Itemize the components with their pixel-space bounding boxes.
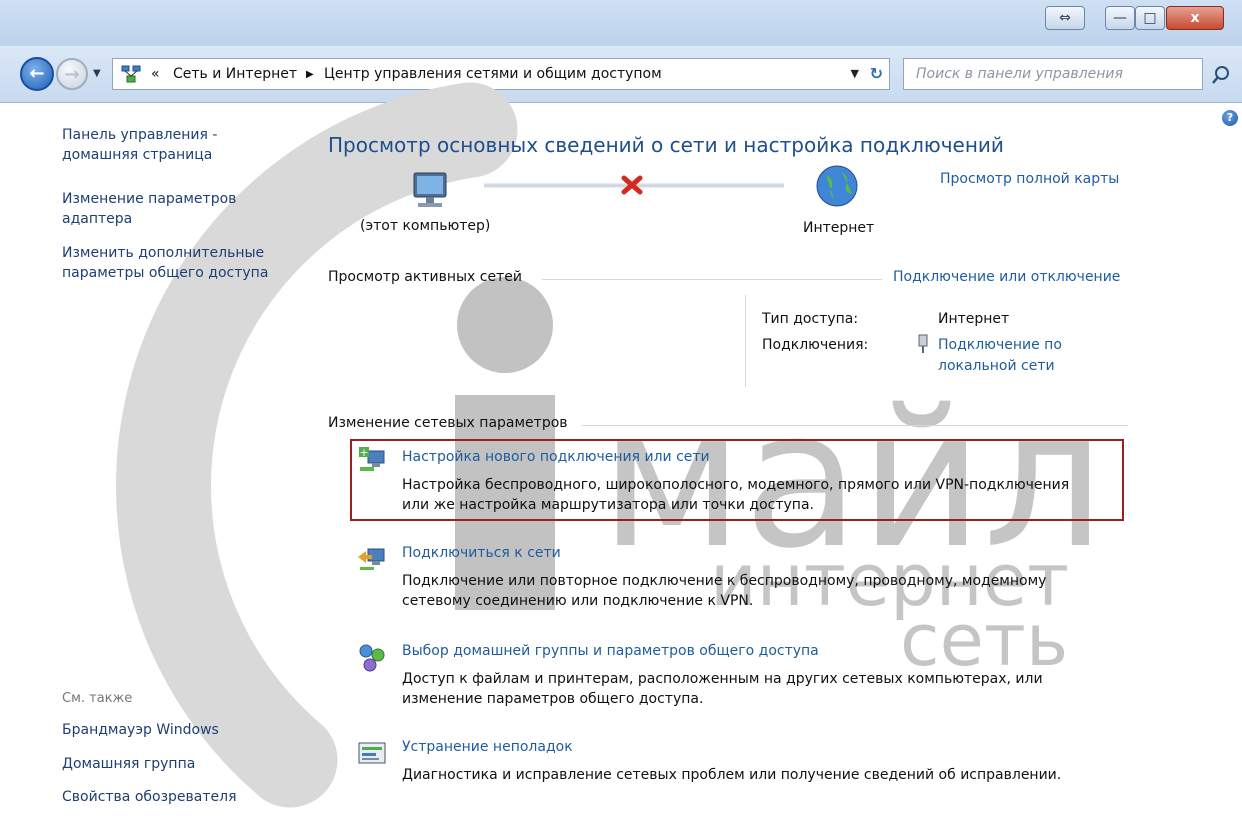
task-new-connection-desc-line2: или же настройка маршрутизатора или точк… [402, 497, 814, 513]
network-sharing-center-window: ⇔ — □ x ← → ▼ « Сеть и Интернет ▶ Центр … [0, 0, 1242, 834]
maximize-icon: □ [1143, 10, 1157, 26]
task-troubleshoot-desc-line1: Диагностика и исправление сетевых пробле… [402, 767, 1062, 783]
snap-restore-button[interactable]: ⇔ [1045, 6, 1085, 30]
page-title: Просмотр основных сведений о сети и наст… [328, 133, 1004, 157]
sidebar-link-firewall[interactable]: Брандмауэр Windows [62, 720, 219, 740]
close-button[interactable]: x [1166, 6, 1224, 30]
refresh-icon[interactable]: ↻ [870, 64, 883, 83]
minimize-icon: — [1113, 10, 1127, 26]
task-connect-network-desc-line2: сетевому соединению или подключение к VP… [402, 593, 754, 609]
change-settings-heading: Изменение сетевых параметров [328, 415, 568, 431]
divider [542, 279, 882, 280]
search-box[interactable]: Поиск в панели управления [903, 58, 1203, 90]
see-also-heading: См. также [62, 691, 133, 706]
left-pane: Панель управления - домашняя страница Из… [0, 103, 310, 834]
address-dropdown-icon[interactable]: ▼ [851, 67, 859, 80]
divider [582, 425, 1128, 426]
search-icon[interactable] [1210, 64, 1232, 86]
sidebar-link-advanced-sharing[interactable]: Изменить дополнительные параметры общего… [62, 243, 292, 283]
address-toolbar: ← → ▼ « Сеть и Интернет ▶ Центр управлен… [0, 46, 1242, 103]
network-icon [121, 65, 141, 83]
task-new-connection-desc-line1: Настройка беспроводного, широкополосного… [402, 477, 1070, 493]
task-homegroup-desc-line1: Доступ к файлам и принтерам, расположенн… [402, 671, 1043, 687]
troubleshoot-icon [358, 742, 386, 764]
breadcrumb-overflow[interactable]: « [151, 66, 160, 82]
internet-label: Интернет [803, 220, 875, 236]
connect-network-icon [358, 548, 385, 570]
error-x-icon[interactable] [620, 174, 644, 196]
close-icon: x [1190, 10, 1200, 26]
forward-button[interactable]: → [56, 58, 88, 90]
task-connect-network-desc-line1: Подключение или повторное подключение к … [402, 573, 1047, 589]
task-troubleshoot-link[interactable]: Устранение неполадок [402, 739, 573, 755]
sidebar-link-internet-options[interactable]: Свойства обозревателя [62, 787, 237, 807]
sidebar-link-homegroup[interactable]: Домашняя группа [62, 754, 195, 774]
history-dropdown-icon[interactable]: ▼ [93, 68, 101, 79]
back-button[interactable]: ← [20, 57, 54, 91]
restore-icon: ⇔ [1059, 10, 1071, 26]
divider-vertical [745, 295, 746, 387]
new-connection-icon: + [359, 446, 385, 471]
task-new-connection-link[interactable]: Настройка нового подключения или сети [402, 449, 710, 465]
breadcrumb-sharing-center[interactable]: Центр управления сетями и общим доступом [324, 66, 662, 82]
internet-globe-icon [816, 165, 858, 207]
title-bar: ⇔ — □ x [0, 0, 1242, 46]
computer-icon [413, 172, 447, 207]
homegroup-icon [359, 644, 385, 672]
breadcrumb[interactable]: « Сеть и Интернет ▶ Центр управления сет… [112, 58, 890, 90]
breadcrumb-separator-icon[interactable]: ▶ [306, 69, 314, 80]
view-full-map-link[interactable]: Просмотр полной карты [940, 171, 1119, 187]
back-arrow-icon: ← [29, 63, 45, 84]
task-homegroup-desc-line2: изменение параметров общего доступа. [402, 691, 704, 707]
active-networks-heading: Просмотр активных сетей [328, 269, 522, 285]
this-computer-label: (этот компьютер) [360, 218, 491, 234]
main-pane: Просмотр основных сведений о сети и наст… [310, 103, 1242, 834]
connections-label: Подключения: [762, 337, 869, 353]
sidebar-link-adapter-settings[interactable]: Изменение параметров адаптера [62, 189, 262, 229]
local-connection-link-line2[interactable]: локальной сети [938, 358, 1055, 374]
local-connection-link-line1[interactable]: Подключение по [938, 337, 1062, 353]
task-homegroup-link[interactable]: Выбор домашней группы и параметров общег… [402, 643, 819, 659]
maximize-button[interactable]: □ [1135, 6, 1165, 30]
access-type-value: Интернет [938, 311, 1010, 327]
ethernet-plug-icon [918, 334, 928, 353]
sidebar-link-control-panel-home[interactable]: Панель управления - домашняя страница [62, 125, 282, 165]
task-connect-network-link[interactable]: Подключиться к сети [402, 545, 561, 561]
svg-text:+: + [359, 446, 368, 459]
access-type-label: Тип доступа: [762, 311, 859, 327]
connect-disconnect-link[interactable]: Подключение или отключение [893, 269, 1120, 285]
minimize-button[interactable]: — [1105, 6, 1135, 30]
breadcrumb-network-internet[interactable]: Сеть и Интернет [173, 66, 297, 82]
search-input[interactable]: Поиск в панели управления [916, 66, 1123, 82]
forward-arrow-icon: → [64, 64, 80, 85]
